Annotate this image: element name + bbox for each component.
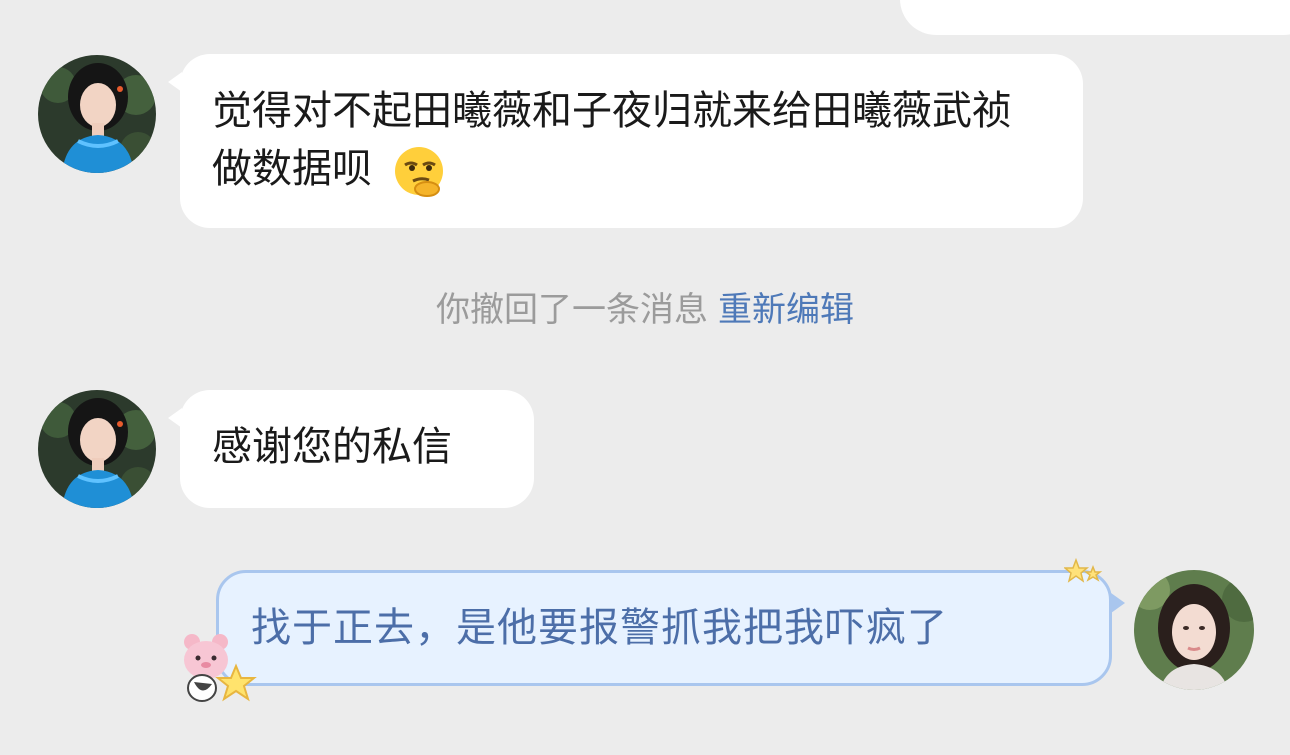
message-bubble-outgoing[interactable]: 找于正去，是他要报警抓我把我吓疯了 bbox=[216, 570, 1125, 686]
previous-message-bubble-fragment[interactable] bbox=[900, 0, 1290, 35]
thinking-smirk-emoji-icon bbox=[394, 147, 443, 197]
re-edit-link[interactable]: 重新编辑 bbox=[718, 290, 854, 330]
message-bubble-incoming[interactable]: 感谢您的私信 bbox=[168, 390, 534, 508]
avatar-contact-icon bbox=[38, 55, 156, 173]
message-bubble-incoming[interactable]: 觉得对不起田曦薇和子夜归就来给田曦薇武祯做数据呗 bbox=[168, 54, 1083, 228]
avatar-self-icon bbox=[1134, 570, 1254, 690]
message-text: 觉得对不起田曦薇和子夜归就来给田曦薇武祯做数据呗 bbox=[212, 88, 1012, 192]
bear-sticker-icon bbox=[184, 634, 257, 702]
recall-notice: 你撤回了一条消息 重新编辑 bbox=[0, 282, 1290, 331]
star-sticker-icon bbox=[1064, 558, 1103, 583]
avatar-contact-icon bbox=[38, 390, 156, 508]
contact-avatar[interactable] bbox=[38, 55, 156, 173]
message-text: 找于正去，是他要报警抓我把我吓疯了 bbox=[251, 605, 948, 651]
contact-avatar[interactable] bbox=[38, 390, 156, 508]
recall-notice-text: 你撤回了一条消息 bbox=[436, 290, 708, 330]
self-avatar[interactable] bbox=[1134, 570, 1254, 690]
message-text: 感谢您的私信 bbox=[212, 424, 452, 470]
